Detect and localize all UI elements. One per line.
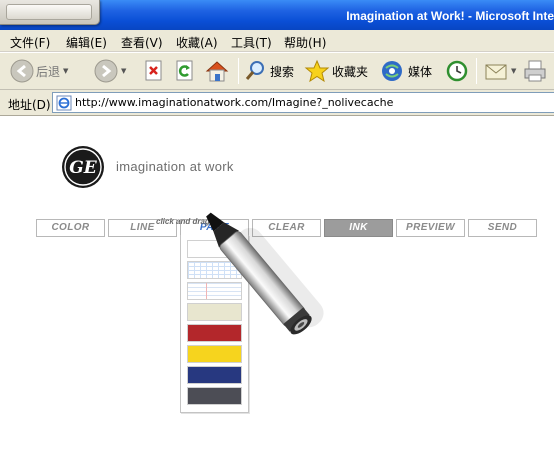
back-dropdown-icon[interactable]: ▼ — [63, 67, 68, 75]
tab-preview[interactable]: PREVIEW — [396, 219, 465, 237]
page-swatch-charcoal[interactable] — [187, 387, 242, 405]
menu-edit[interactable]: 编辑(E) — [66, 34, 107, 51]
page-swatch-red[interactable] — [187, 324, 242, 342]
home-icon — [205, 61, 229, 82]
forward-button[interactable]: ▼ — [94, 53, 126, 89]
media-button[interactable]: 媒体 — [380, 53, 432, 89]
refresh-button[interactable] — [174, 53, 196, 89]
search-button[interactable]: 搜索 — [244, 53, 294, 89]
tab-ink[interactable]: INK — [324, 219, 393, 237]
address-bar: 地址(D) http://www.imaginationatwork.com/I… — [0, 90, 554, 116]
star-icon — [304, 59, 330, 83]
standard-toolbar: 后退 ▼ ▼ 搜索 收藏夹 媒体 ▼ — [0, 52, 554, 90]
ge-logo-icon: GE — [62, 146, 104, 188]
stop-button[interactable] — [143, 53, 165, 89]
history-icon — [446, 60, 468, 82]
stop-icon — [145, 60, 162, 81]
menu-file[interactable]: 文件(F) — [10, 34, 50, 51]
mail-dropdown-icon[interactable]: ▼ — [511, 67, 516, 75]
taskbar-overlay — [0, 0, 100, 25]
history-button[interactable] — [444, 53, 470, 89]
media-icon — [382, 61, 402, 81]
page-swatch-yellow[interactable] — [187, 345, 242, 363]
toolbar-separator — [238, 58, 239, 84]
menu-bar: 文件(F) 编辑(E) 查看(V) 收藏(A) 工具(T) 帮助(H) — [0, 30, 554, 52]
drag-hint: click and drag — [156, 217, 210, 226]
search-label: 搜索 — [270, 64, 295, 79]
window-title: Imagination at Work! - Microsoft Inte — [346, 9, 554, 23]
brand-tagline: imagination at work — [116, 159, 234, 174]
page-swatch-navy[interactable] — [187, 366, 242, 384]
refresh-icon — [176, 60, 193, 81]
home-button[interactable] — [204, 53, 230, 89]
mail-button[interactable]: ▼ — [484, 53, 516, 89]
back-label: 后退 — [36, 64, 61, 79]
page-swatch-blank[interactable] — [187, 240, 242, 258]
menu-view[interactable]: 查看(V) — [121, 34, 163, 51]
search-icon — [245, 61, 264, 80]
toolbar-separator — [476, 58, 477, 84]
back-button[interactable]: 后退 ▼ — [10, 53, 68, 89]
address-input[interactable]: http://www.imaginationatwork.com/Imagine… — [52, 92, 554, 113]
printer-icon — [524, 60, 546, 82]
ge-logo-text: GE — [69, 158, 98, 178]
tab-color[interactable]: COLOR — [36, 219, 105, 237]
page-swatch-ruled[interactable] — [187, 282, 242, 300]
page-swatch-grid[interactable] — [187, 261, 242, 279]
media-label: 媒体 — [408, 64, 433, 79]
page-palette — [180, 235, 249, 413]
page-content: GE imagination at work COLOR LINE PAGE C… — [0, 117, 554, 476]
address-url: http://www.imaginationatwork.com/Imagine… — [75, 96, 394, 109]
menu-tools[interactable]: 工具(T) — [231, 34, 272, 51]
tab-send[interactable]: SEND — [468, 219, 537, 237]
print-button[interactable] — [522, 53, 548, 89]
page-icon — [56, 95, 72, 111]
page-swatch-cream[interactable] — [187, 303, 242, 321]
tab-clear[interactable]: CLEAR — [252, 219, 321, 237]
favorites-button[interactable]: 收藏夹 — [304, 53, 368, 89]
mail-icon — [485, 64, 507, 80]
favorites-label: 收藏夹 — [332, 64, 369, 79]
address-label: 地址(D) — [8, 98, 51, 112]
menu-help[interactable]: 帮助(H) — [284, 34, 326, 51]
forward-dropdown-icon[interactable]: ▼ — [121, 67, 126, 75]
menu-favorites[interactable]: 收藏(A) — [176, 34, 218, 51]
forward-arrow-icon — [94, 59, 118, 83]
back-arrow-icon — [10, 59, 34, 83]
browser-window: e Imagination at Work! - Microsoft Inte … — [0, 0, 554, 476]
